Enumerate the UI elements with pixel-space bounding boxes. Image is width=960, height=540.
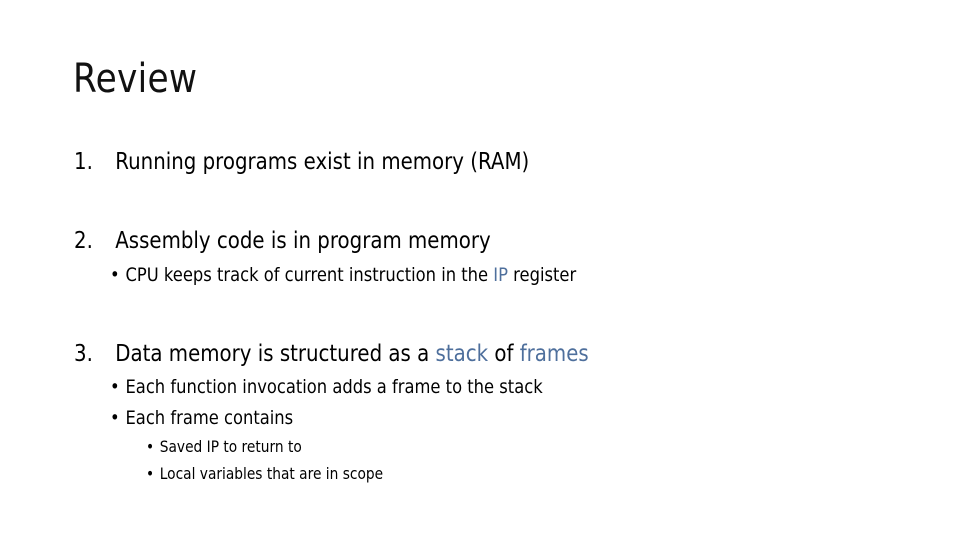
bullet-icon: • [146, 464, 155, 483]
list-number: 3. [74, 341, 93, 367]
sub-sub-item-saved-ip: • Saved IP to return to [146, 437, 302, 456]
sub-sub-item-local-variables: • Local variables that are in scope [146, 464, 383, 483]
list-item-text: Data memory is structured as a [115, 341, 436, 367]
list-item-text: Running programs exist in memory (RAM) [115, 149, 530, 175]
bullet-icon: • [146, 437, 155, 456]
list-item-3: 3. Data memory is structured as a stack o… [74, 341, 589, 367]
highlight-stack: stack [435, 341, 489, 367]
list-item-1: 1. Running programs exist in memory (RAM) [74, 149, 529, 175]
sub-item-text: Saved IP to return to [159, 437, 302, 456]
sub-item-text: Local variables that are in scope [159, 464, 384, 483]
bullet-icon: • [110, 407, 120, 429]
list-item-2: 2. Assembly code is in program memory [74, 228, 491, 254]
highlight-ip: IP [493, 264, 508, 286]
bullet-icon: • [110, 376, 120, 398]
slide-title: Review [73, 56, 198, 102]
list-item-text: of [488, 341, 520, 367]
sub-item-text: register [507, 264, 577, 286]
sub-item-text: Each frame contains [125, 407, 294, 429]
list-number: 2. [74, 228, 93, 254]
sub-item-ip-register: • CPU keeps track of current instruction … [110, 264, 576, 286]
sub-item-text: Each function invocation adds a frame to… [125, 376, 543, 398]
sub-item-frame-contains: • Each frame contains [110, 407, 293, 429]
list-item-text: Assembly code is in program memory [115, 228, 491, 254]
sub-item-function-invocation: • Each function invocation adds a frame t… [110, 376, 543, 398]
bullet-icon: • [110, 264, 120, 286]
sub-item-text: CPU keeps track of current instruction i… [125, 264, 494, 286]
list-number: 1. [74, 149, 93, 175]
highlight-frames: frames [519, 341, 589, 367]
